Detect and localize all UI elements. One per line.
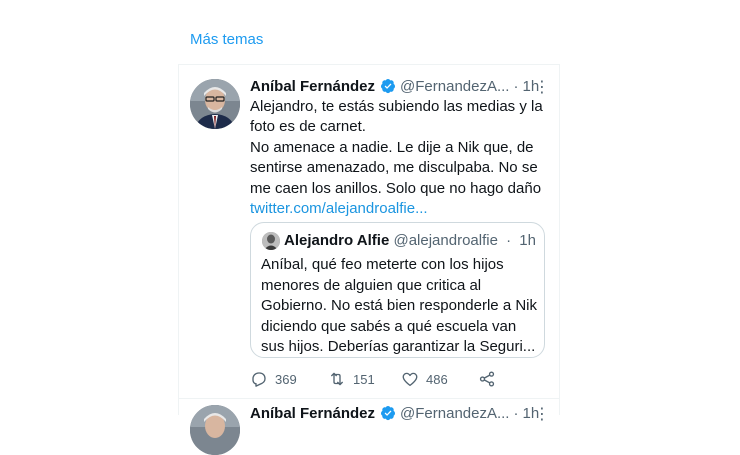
- separator-dot: ·: [513, 77, 519, 95]
- divider: [178, 398, 560, 399]
- more-options-icon[interactable]: ⋮: [534, 404, 550, 424]
- tweet-link[interactable]: twitter.com/alejandroalfie...: [250, 200, 428, 217]
- quoted-tweet-header: Alejandro Alfie @alejandroalfie · 1h: [284, 232, 536, 249]
- separator-dot: ·: [513, 404, 519, 422]
- retweet-button[interactable]: 151: [328, 370, 375, 388]
- tweet-header: Aníbal Fernández @FernandezA... · 1h: [250, 76, 539, 96]
- tweet-text-line: No amenace a nadie. Le dije a Nik que, d…: [250, 138, 542, 197]
- avatar[interactable]: [190, 79, 240, 129]
- display-name[interactable]: Aníbal Fernández: [250, 78, 375, 95]
- avatar: [262, 232, 280, 250]
- avatar[interactable]: [190, 405, 240, 455]
- display-name: Alejandro Alfie: [284, 232, 390, 249]
- tweet-text: Alejandro, te estás subiendo las medias …: [250, 97, 550, 219]
- verified-badge-icon: [380, 405, 396, 421]
- tweet-header: Aníbal Fernández @FernandezA... · 1h: [250, 403, 539, 423]
- timeline-border-right: [559, 64, 560, 415]
- reply-button[interactable]: 369: [250, 370, 297, 388]
- user-handle[interactable]: @FernandezA...: [400, 405, 509, 422]
- verified-badge-icon: [380, 78, 396, 94]
- timeline-border-left: [178, 64, 179, 415]
- more-topics-link[interactable]: Más temas: [190, 31, 263, 48]
- more-options-icon[interactable]: ⋮: [534, 77, 550, 97]
- like-count: 486: [426, 371, 448, 387]
- share-button[interactable]: [478, 370, 496, 388]
- quoted-tweet[interactable]: Alejandro Alfie @alejandroalfie · 1h Aní…: [250, 222, 545, 358]
- display-name[interactable]: Aníbal Fernández: [250, 405, 375, 422]
- like-button[interactable]: 486: [401, 370, 448, 388]
- divider: [178, 64, 560, 65]
- user-handle: @alejandroalfie: [393, 232, 498, 249]
- reply-icon: [252, 372, 266, 387]
- retweet-count: 151: [353, 371, 375, 387]
- tweet-text-line: Alejandro, te estás subiendo las medias …: [250, 98, 543, 136]
- quoted-tweet-text: Aníbal, qué feo meterte con los hijos me…: [261, 256, 537, 356]
- reply-count: 369: [275, 371, 297, 387]
- retweet-icon: [331, 372, 343, 386]
- tweet-actions: 369 151 486: [250, 370, 550, 390]
- heart-icon: [402, 372, 418, 387]
- separator-dot: ·: [506, 232, 512, 249]
- user-handle[interactable]: @FernandezA...: [400, 78, 509, 95]
- share-icon: [479, 371, 495, 387]
- timestamp: 1h: [519, 232, 536, 249]
